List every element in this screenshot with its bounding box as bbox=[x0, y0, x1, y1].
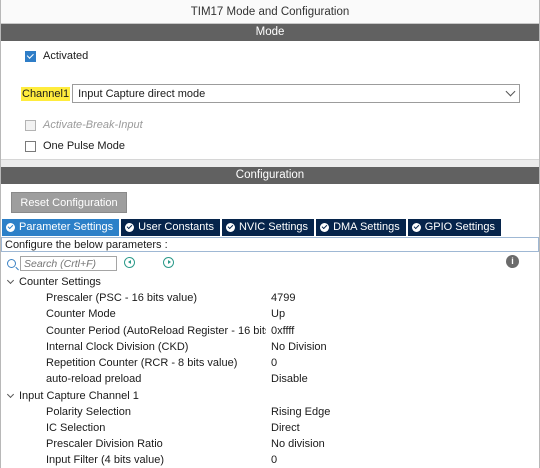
check-circle-icon bbox=[320, 223, 330, 232]
group-label: Input Capture Channel 1 bbox=[19, 390, 139, 402]
check-circle-icon bbox=[225, 223, 235, 232]
channel-row: Channel1 Input Capture direct mode bbox=[21, 84, 521, 103]
param-name: auto-reload preload bbox=[46, 373, 142, 385]
activate-break-input-label: Activate-Break-Input bbox=[43, 119, 143, 131]
configure-parameters-text: Configure the below parameters : bbox=[1, 237, 539, 252]
tim17-config-window: TIM17 Mode and Configuration Mode Activa… bbox=[0, 0, 540, 468]
activate-break-input-row: Activate-Break-Input bbox=[25, 119, 143, 131]
tab-label: Parameter Settings bbox=[19, 221, 114, 233]
configuration-section-header: Configuration bbox=[1, 167, 539, 184]
tab-label: DMA Settings bbox=[333, 221, 400, 233]
chevron-down-icon bbox=[505, 86, 516, 97]
section-divider bbox=[1, 159, 539, 167]
tab-label: NVIC Settings bbox=[238, 221, 309, 233]
config-tabs: Parameter Settings User Constants NVIC S… bbox=[2, 219, 502, 236]
param-name: Input Filter (4 bits value) bbox=[46, 454, 164, 466]
search-previous-icon[interactable] bbox=[124, 257, 135, 268]
param-name: Counter Mode bbox=[46, 308, 116, 320]
param-value[interactable]: Direct bbox=[271, 422, 300, 434]
mode-panel: Activated Channel1 Input Capture direct … bbox=[1, 41, 539, 159]
chevron-down-icon bbox=[6, 276, 15, 285]
mode-section-header: Mode bbox=[1, 24, 539, 41]
check-circle-icon bbox=[6, 223, 15, 232]
tab-parameter-settings[interactable]: Parameter Settings bbox=[2, 219, 120, 236]
activated-label: Activated bbox=[43, 50, 89, 62]
activate-break-input-checkbox bbox=[25, 119, 36, 131]
param-value[interactable]: 0xffff bbox=[271, 325, 294, 337]
check-circle-icon bbox=[411, 223, 421, 232]
param-name: Internal Clock Division (CKD) bbox=[46, 341, 189, 353]
tab-user-constants[interactable]: User Constants bbox=[121, 219, 220, 236]
tab-gpio-settings[interactable]: GPIO Settings bbox=[407, 219, 502, 236]
param-value[interactable]: No division bbox=[271, 438, 325, 450]
tab-nvic-settings[interactable]: NVIC Settings bbox=[221, 219, 315, 236]
channel-label: Channel1 bbox=[21, 86, 71, 101]
param-name: IC Selection bbox=[46, 422, 106, 434]
one-pulse-mode-label: One Pulse Mode bbox=[43, 140, 125, 152]
tab-dma-settings[interactable]: DMA Settings bbox=[316, 219, 406, 236]
search-row bbox=[7, 256, 174, 271]
param-value[interactable]: Disable bbox=[271, 373, 308, 385]
channel-mode-value: Input Capture direct mode bbox=[78, 87, 206, 100]
search-icon bbox=[7, 259, 16, 268]
channel-mode-select[interactable]: Input Capture direct mode bbox=[72, 84, 521, 103]
one-pulse-mode-row[interactable]: One Pulse Mode bbox=[25, 140, 125, 152]
param-name: Repetition Counter (RCR - 8 bits value) bbox=[46, 357, 238, 369]
window-title: TIM17 Mode and Configuration bbox=[1, 0, 539, 24]
param-value[interactable]: Up bbox=[271, 308, 285, 320]
check-circle-icon bbox=[125, 223, 135, 232]
group-counter-settings[interactable]: Counter Settings bbox=[6, 276, 101, 288]
search-next-icon[interactable] bbox=[163, 257, 174, 268]
tab-label: User Constants bbox=[138, 221, 214, 233]
chevron-down-icon bbox=[6, 390, 15, 399]
param-name: Counter Period (AutoReload Register - 16… bbox=[46, 325, 266, 337]
param-value[interactable]: 4799 bbox=[271, 292, 295, 304]
param-name: Prescaler (PSC - 16 bits value) bbox=[46, 292, 197, 304]
search-input[interactable] bbox=[20, 256, 117, 271]
param-value[interactable]: Rising Edge bbox=[271, 406, 330, 418]
param-name: Polarity Selection bbox=[46, 406, 131, 418]
param-value[interactable]: 0 bbox=[271, 454, 277, 466]
one-pulse-mode-checkbox[interactable] bbox=[25, 140, 36, 152]
param-value[interactable]: No Division bbox=[271, 341, 327, 353]
group-input-capture-channel-1[interactable]: Input Capture Channel 1 bbox=[6, 390, 139, 402]
param-value[interactable]: 0 bbox=[271, 357, 277, 369]
tab-label: GPIO Settings bbox=[424, 221, 496, 233]
reset-configuration-button[interactable]: Reset Configuration bbox=[11, 192, 127, 213]
param-name: Prescaler Division Ratio bbox=[46, 438, 163, 450]
activated-row[interactable]: Activated bbox=[25, 50, 88, 62]
group-label: Counter Settings bbox=[19, 276, 101, 288]
info-icon[interactable]: i bbox=[506, 255, 519, 268]
activated-checkbox[interactable] bbox=[25, 50, 36, 62]
